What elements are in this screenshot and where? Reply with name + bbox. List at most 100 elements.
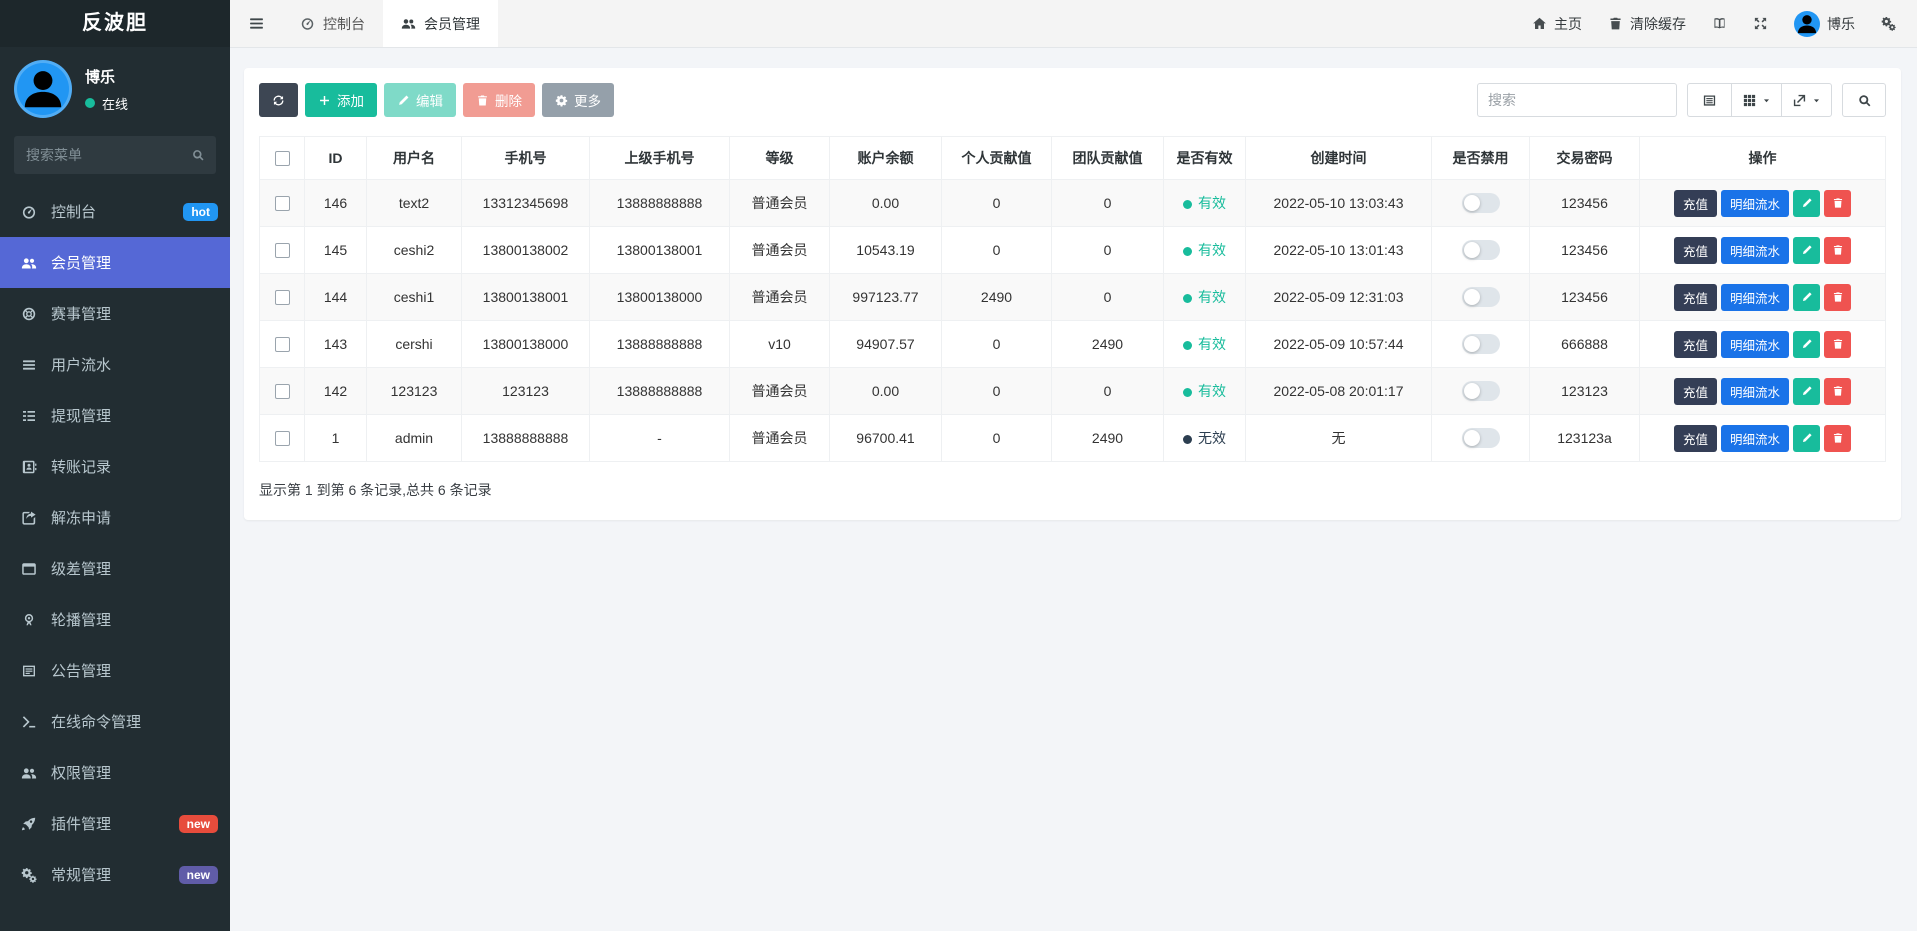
sidebar-item-matches[interactable]: 赛事管理 bbox=[0, 288, 230, 339]
tab-dashboard[interactable]: 控制台 bbox=[282, 0, 383, 47]
edit-row-button[interactable] bbox=[1793, 237, 1820, 264]
sidebar-item-transfer[interactable]: 转账记录 bbox=[0, 441, 230, 492]
disable-toggle[interactable] bbox=[1462, 334, 1500, 354]
topbar-docs[interactable] bbox=[1699, 0, 1740, 47]
magnifier-icon bbox=[1857, 93, 1872, 108]
valid-label: 有效 bbox=[1198, 336, 1226, 352]
notice-icon bbox=[19, 663, 38, 679]
topbar-home[interactable]: 主页 bbox=[1519, 0, 1595, 47]
delete-row-button[interactable] bbox=[1824, 237, 1851, 264]
delete-row-button[interactable] bbox=[1824, 378, 1851, 405]
book-icon bbox=[1712, 16, 1727, 31]
sidebar-item-unfreeze[interactable]: 解冻申请 bbox=[0, 492, 230, 543]
detail-flow-button[interactable]: 明细流水 bbox=[1721, 425, 1789, 452]
column-header: 交易密码 bbox=[1530, 137, 1640, 180]
cell-personal-contribution: 0 bbox=[942, 368, 1052, 415]
caret-down-icon bbox=[1762, 96, 1771, 105]
export-button[interactable] bbox=[1781, 83, 1832, 117]
detail-view-button[interactable] bbox=[1687, 83, 1731, 117]
disable-toggle[interactable] bbox=[1462, 240, 1500, 260]
refresh-button[interactable] bbox=[259, 83, 298, 117]
recharge-button[interactable]: 充值 bbox=[1674, 331, 1717, 358]
cell-team-contribution: 0 bbox=[1052, 227, 1164, 274]
trash-icon bbox=[1608, 16, 1623, 31]
sidebar-item-permissions[interactable]: 权限管理 bbox=[0, 747, 230, 798]
sidebar-item-user-flow[interactable]: 用户流水 bbox=[0, 339, 230, 390]
recharge-button[interactable]: 充值 bbox=[1674, 190, 1717, 217]
delete-row-button[interactable] bbox=[1824, 331, 1851, 358]
recharge-button[interactable]: 充值 bbox=[1674, 425, 1717, 452]
recharge-button[interactable]: 充值 bbox=[1674, 237, 1717, 264]
cell-password: 123123 bbox=[1530, 368, 1640, 415]
avatar bbox=[14, 60, 72, 118]
cell-balance: 10543.19 bbox=[830, 227, 942, 274]
menu-toggle-icon[interactable] bbox=[230, 0, 282, 47]
disable-toggle[interactable] bbox=[1462, 193, 1500, 213]
row-checkbox[interactable] bbox=[275, 384, 290, 399]
edit-row-button[interactable] bbox=[1793, 331, 1820, 358]
disable-toggle[interactable] bbox=[1462, 381, 1500, 401]
topbar-fullscreen[interactable] bbox=[1740, 0, 1781, 47]
row-checkbox[interactable] bbox=[275, 290, 290, 305]
table-search-input[interactable] bbox=[1477, 83, 1677, 117]
delete-row-button[interactable] bbox=[1824, 425, 1851, 452]
cell-personal-contribution: 0 bbox=[942, 227, 1052, 274]
detail-flow-button[interactable]: 明细流水 bbox=[1721, 378, 1789, 405]
cell-personal-contribution: 0 bbox=[942, 321, 1052, 368]
delete-row-button[interactable] bbox=[1824, 190, 1851, 217]
sidebar-item-dashboard[interactable]: 控制台hot bbox=[0, 186, 230, 237]
detail-flow-button[interactable]: 明细流水 bbox=[1721, 331, 1789, 358]
cell-valid: 有效 bbox=[1164, 274, 1246, 321]
edit-row-button[interactable] bbox=[1793, 425, 1820, 452]
topbar-profile[interactable]: 博乐 bbox=[1781, 0, 1868, 47]
row-checkbox[interactable] bbox=[275, 431, 290, 446]
sidebar-item-carousel[interactable]: 轮播管理 bbox=[0, 594, 230, 645]
disable-toggle[interactable] bbox=[1462, 287, 1500, 307]
sidebar-item-announcement[interactable]: 公告管理 bbox=[0, 645, 230, 696]
sidebar-item-online-command[interactable]: 在线命令管理 bbox=[0, 696, 230, 747]
delete-row-button[interactable] bbox=[1824, 284, 1851, 311]
detail-flow-button[interactable]: 明细流水 bbox=[1721, 284, 1789, 311]
terminal-icon bbox=[19, 714, 38, 730]
columns-button[interactable] bbox=[1731, 83, 1781, 117]
topbar-clear-cache[interactable]: 清除缓存 bbox=[1595, 0, 1699, 47]
edit-row-button[interactable] bbox=[1793, 190, 1820, 217]
search-button[interactable] bbox=[1842, 83, 1886, 117]
button-label: 更多 bbox=[574, 90, 601, 110]
tab-members[interactable]: 会员管理 bbox=[383, 0, 498, 47]
row-checkbox[interactable] bbox=[275, 337, 290, 352]
sidebar-item-withdraw[interactable]: 提现管理 bbox=[0, 390, 230, 441]
recharge-button[interactable]: 充值 bbox=[1674, 378, 1717, 405]
cell-valid: 有效 bbox=[1164, 321, 1246, 368]
sidebar-item-level-diff[interactable]: 级差管理 bbox=[0, 543, 230, 594]
sidebar-item-label: 用户流水 bbox=[51, 354, 111, 375]
edit-row-button[interactable] bbox=[1793, 284, 1820, 311]
column-header: 上级手机号 bbox=[590, 137, 730, 180]
detail-flow-button[interactable]: 明细流水 bbox=[1721, 237, 1789, 264]
pencil-icon bbox=[1801, 291, 1813, 303]
select-all-checkbox[interactable] bbox=[275, 151, 290, 166]
disable-toggle[interactable] bbox=[1462, 428, 1500, 448]
edit-row-button[interactable] bbox=[1793, 378, 1820, 405]
cell-actions: 充值明细流水 bbox=[1640, 227, 1886, 274]
sidebar-item-label: 会员管理 bbox=[51, 252, 111, 273]
sidebar-item-label: 解冻申请 bbox=[51, 507, 111, 528]
more-button[interactable]: 更多 bbox=[542, 83, 614, 117]
add-button[interactable]: 添加 bbox=[305, 83, 377, 117]
cell-personal-contribution: 2490 bbox=[942, 274, 1052, 321]
new-badge: new bbox=[179, 866, 218, 884]
row-checkbox[interactable] bbox=[275, 243, 290, 258]
detail-flow-button[interactable]: 明细流水 bbox=[1721, 190, 1789, 217]
row-checkbox[interactable] bbox=[275, 196, 290, 211]
topbar-settings[interactable] bbox=[1868, 0, 1909, 47]
plus-icon bbox=[318, 94, 331, 107]
delete-button[interactable]: 删除 bbox=[463, 83, 535, 117]
home-icon bbox=[1532, 16, 1547, 31]
edit-button[interactable]: 编辑 bbox=[384, 83, 456, 117]
recharge-button[interactable]: 充值 bbox=[1674, 284, 1717, 311]
menu-search-input[interactable] bbox=[14, 136, 216, 174]
sidebar-item-general[interactable]: 常规管理new bbox=[0, 849, 230, 900]
cell-level: v10 bbox=[730, 321, 830, 368]
sidebar-item-plugins[interactable]: 插件管理new bbox=[0, 798, 230, 849]
sidebar-item-members[interactable]: 会员管理 bbox=[0, 237, 230, 288]
